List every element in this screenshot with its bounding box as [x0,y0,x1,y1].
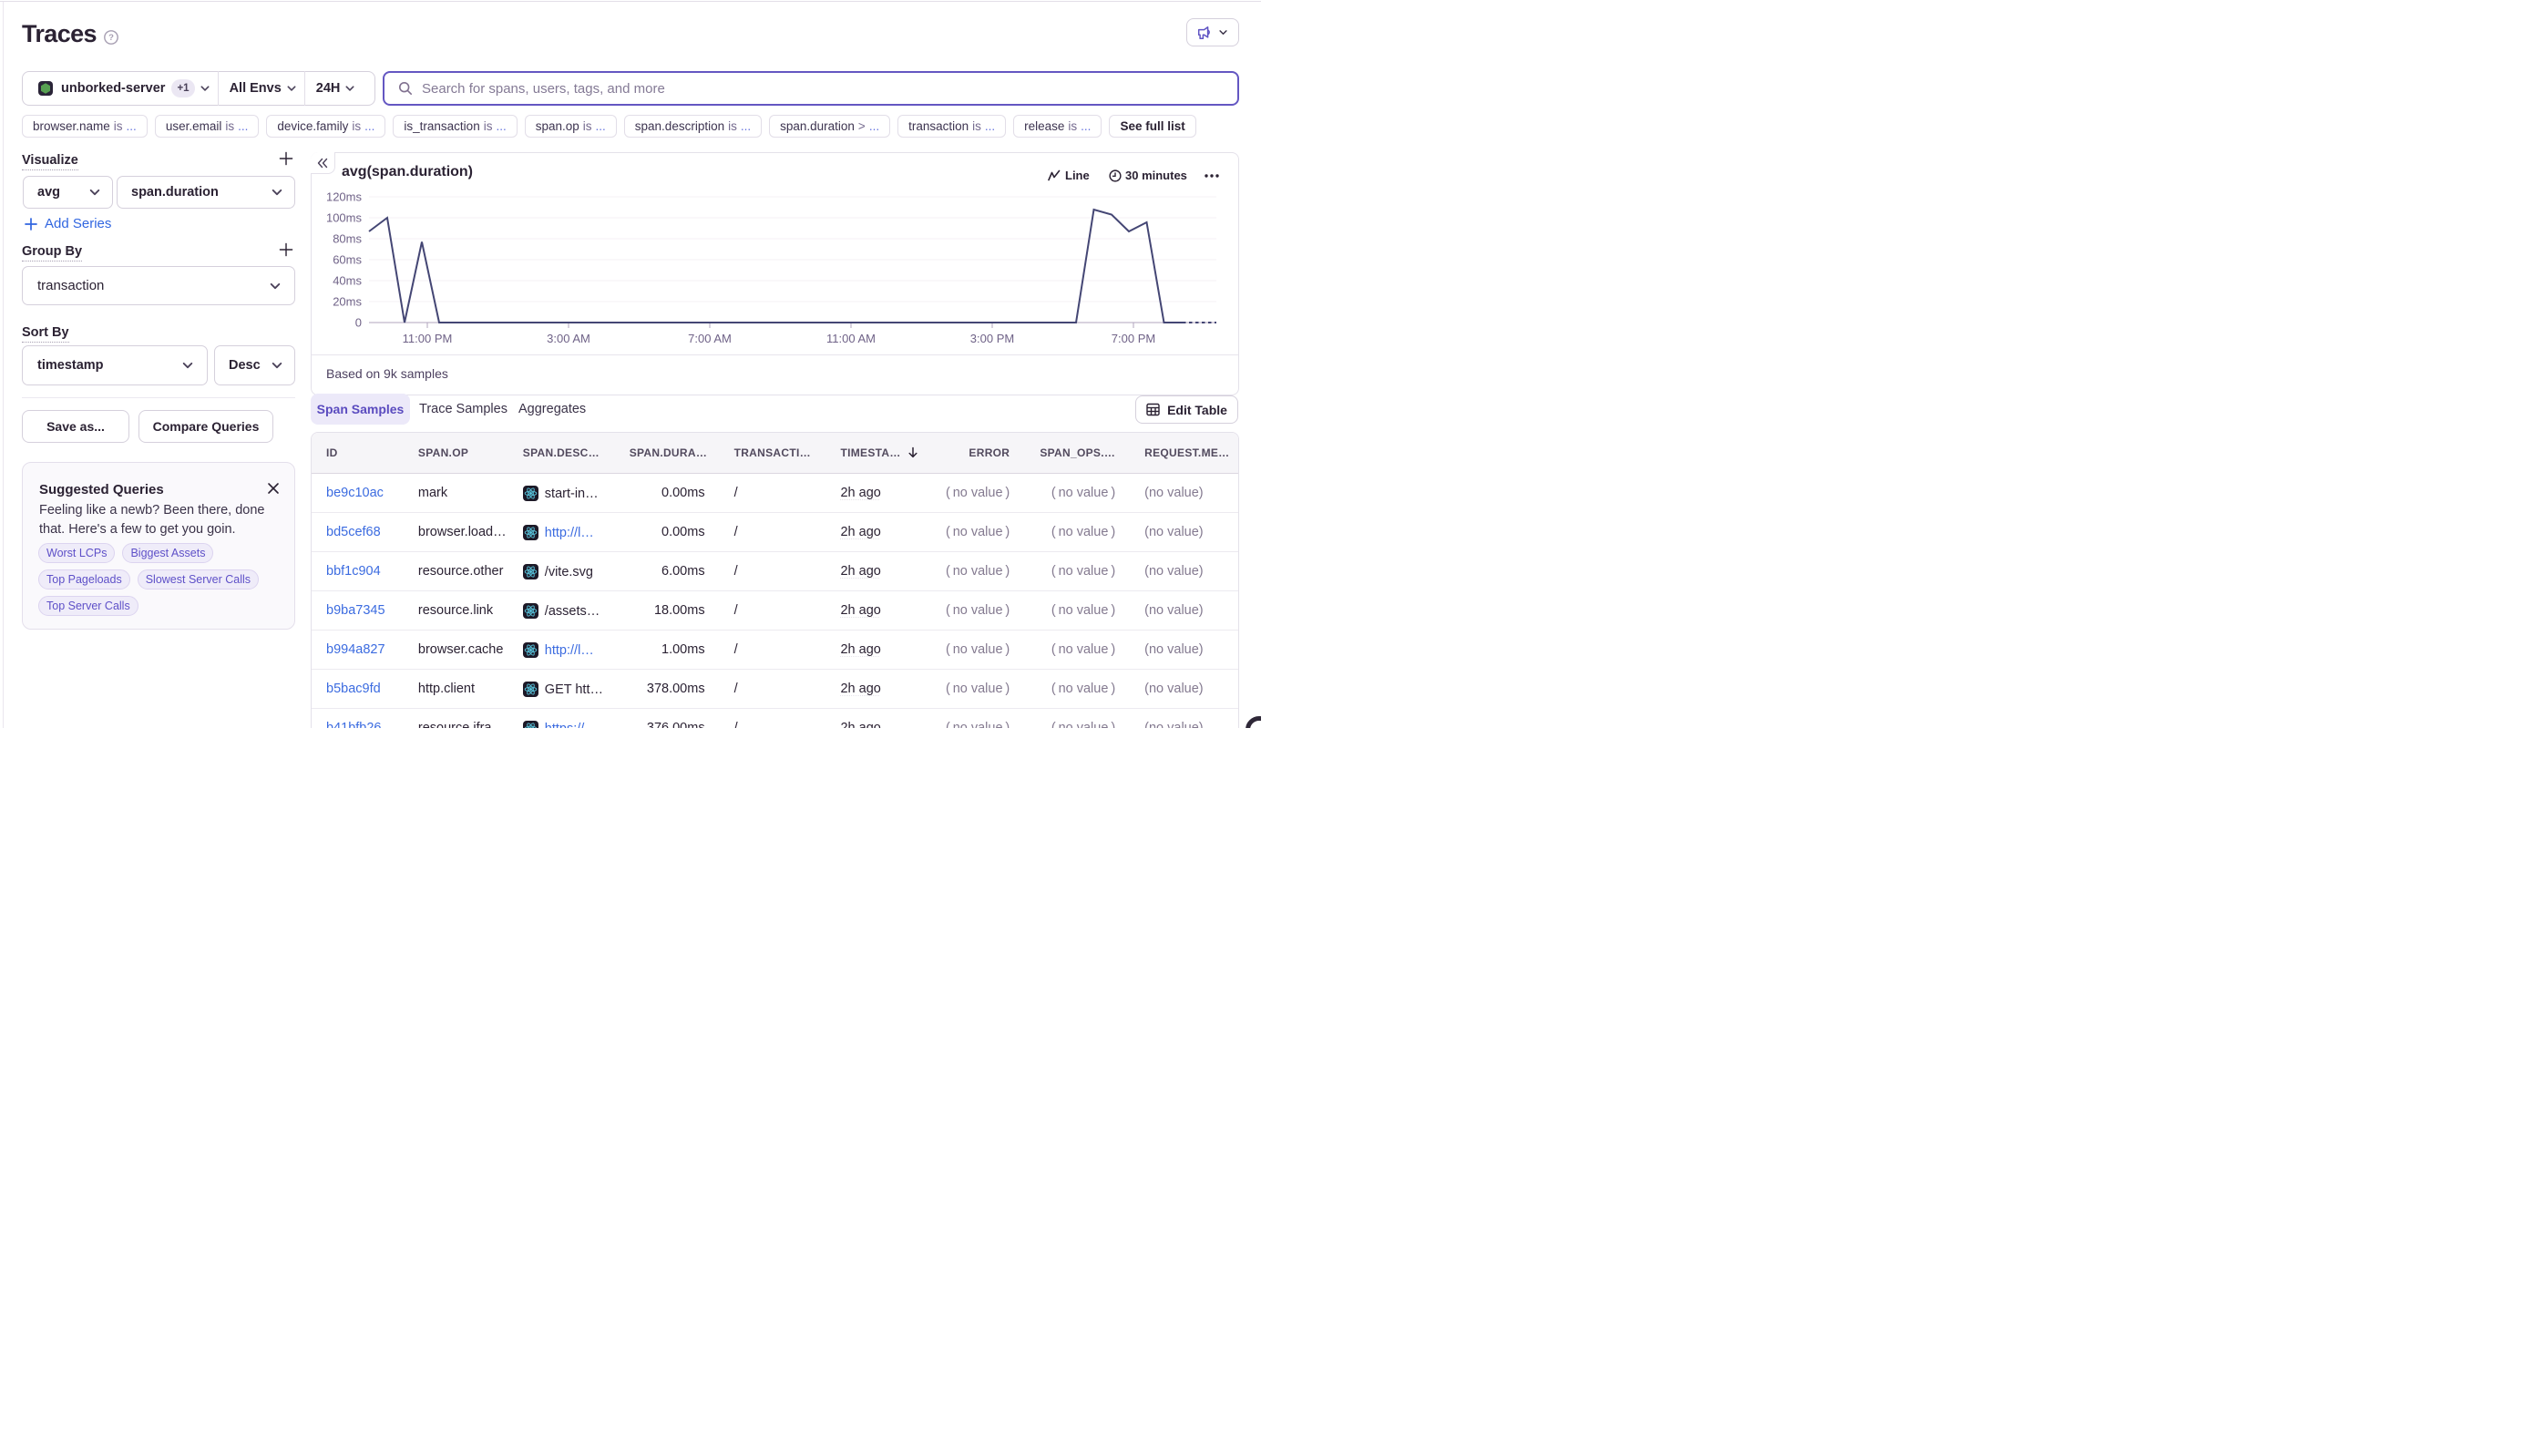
svg-text:20ms: 20ms [333,295,362,309]
svg-text:40ms: 40ms [333,274,362,288]
svg-text:80ms: 80ms [333,232,362,246]
svg-text:3:00 PM: 3:00 PM [970,332,1014,345]
svg-text:3:00 AM: 3:00 AM [547,332,590,345]
svg-text:60ms: 60ms [333,253,362,267]
svg-text:0: 0 [355,316,362,330]
svg-text:11:00 PM: 11:00 PM [403,332,453,345]
svg-text:100ms: 100ms [326,211,363,225]
svg-text:7:00 AM: 7:00 AM [688,332,732,345]
svg-text:?: ? [108,33,114,43]
svg-text:7:00 PM: 7:00 PM [1112,332,1155,345]
svg-text:11:00 AM: 11:00 AM [826,332,876,345]
svg-text:120ms: 120ms [326,190,363,204]
